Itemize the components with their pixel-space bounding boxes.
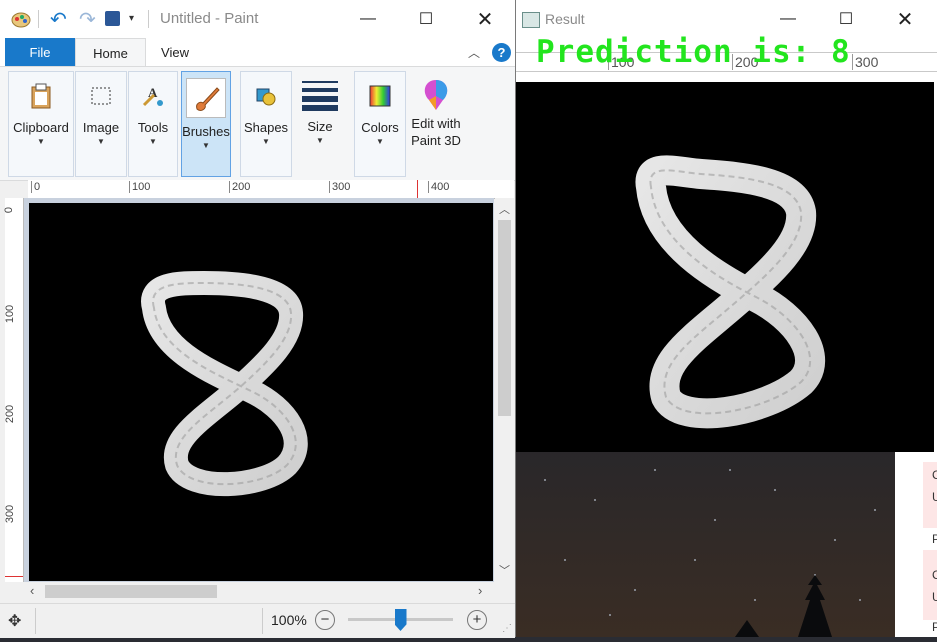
close-button[interactable]: ✕ [456, 0, 514, 38]
strip-text: U [932, 590, 937, 604]
vertical-ruler: 0 100 200 300 [3, 198, 24, 582]
ribbon-group-image: Image ▼ [75, 71, 127, 177]
ribbon-group-clipboard: Clipboard ▼ [8, 71, 74, 177]
drawing-canvas[interactable] [29, 203, 493, 581]
tab-home[interactable]: Home [75, 38, 146, 67]
clipboard-icon [23, 78, 59, 114]
shapes-button[interactable]: Shapes ▼ [236, 78, 296, 146]
status-bar: ✥ 100% − + ⋰ [0, 603, 515, 638]
ruler-label: 300 [4, 504, 17, 524]
horizontal-scrollbar[interactable]: ‹ › [28, 582, 495, 601]
colors-icon [362, 78, 398, 114]
horizontal-ruler: 0 100 200 300 400 [28, 180, 514, 199]
scroll-right-icon[interactable]: › [478, 583, 482, 598]
tab-file[interactable]: File [5, 38, 75, 66]
zoom-in-button[interactable]: + [467, 610, 487, 630]
help-icon[interactable]: ? [492, 43, 511, 62]
strip-text: P [932, 620, 937, 634]
ruler-label: 200 [229, 181, 250, 193]
ruler-label: 100 [4, 304, 17, 324]
zoom-out-button[interactable]: − [315, 610, 335, 630]
scroll-up-icon[interactable]: ︿ [499, 201, 510, 217]
brush-icon [186, 78, 226, 118]
tools-label: Tools [137, 120, 169, 135]
ruler-cursor-marker [417, 180, 418, 198]
strip-text: P [932, 532, 937, 546]
ribbon-tabs: File Home View ︿ ? [0, 38, 515, 67]
clipboard-button[interactable]: Clipboard ▼ [11, 78, 71, 146]
vertical-scrollbar[interactable]: ︿ ﹀ [495, 198, 514, 582]
shapes-icon [248, 78, 284, 114]
ribbon: Clipboard ▼ Image ▼ A Tools ▼ Brushes ▼ S [0, 66, 515, 181]
strip-text: U [932, 490, 937, 504]
paint-titlebar[interactable]: ↶ ↷ ▾ Untitled - Paint — ☐ ✕ [0, 0, 515, 38]
paint3d-label: Paint 3D [411, 133, 461, 148]
background-panel: C U P C U P [895, 450, 937, 637]
shapes-label: Shapes [243, 120, 289, 135]
ruler-label: 400 [428, 181, 449, 193]
redo-icon[interactable]: ↷ [79, 7, 96, 32]
clipboard-label: Clipboard [13, 120, 69, 135]
ruler-label: 100 [129, 181, 150, 193]
colors-label: Colors [361, 120, 399, 135]
scroll-down-icon[interactable]: ﹀ [499, 562, 510, 578]
paint-window[interactable]: ↶ ↷ ▾ Untitled - Paint — ☐ ✕ File Home V… [0, 0, 516, 638]
digit-eight-large [635, 155, 826, 429]
paint-app-icon [10, 9, 32, 29]
minimize-button[interactable]: — [759, 0, 817, 38]
size-label: Size [307, 119, 333, 134]
paint3d-icon [418, 77, 454, 113]
result-image [516, 82, 934, 452]
paint-title: Untitled - Paint [160, 10, 259, 27]
close-button[interactable]: ✕ [876, 0, 934, 38]
ruler-label: 300 [329, 181, 350, 193]
minimize-button[interactable]: — [339, 0, 397, 38]
zoom-level: 100% [271, 612, 307, 628]
brushes-button[interactable]: Brushes ▼ [176, 78, 236, 150]
ruler-cursor-marker [5, 576, 23, 577]
edit-with-label: Edit with [411, 116, 461, 131]
scroll-left-icon[interactable]: ‹ [30, 583, 34, 598]
save-icon[interactable] [105, 11, 120, 26]
digit-eight-drawing [141, 271, 308, 497]
tools-icon: A [135, 78, 171, 114]
canvas-workspace [24, 198, 494, 582]
size-button[interactable]: Size ▼ [290, 77, 350, 145]
vertical-scroll-thumb[interactable] [498, 220, 511, 416]
ruler-label: 0 [3, 206, 16, 214]
image-label: Image [82, 120, 120, 135]
resize-grip-icon[interactable]: ⋰ [502, 623, 512, 634]
ruler-label: 200 [4, 404, 17, 424]
colors-button[interactable]: Colors ▼ [350, 78, 410, 146]
result-title: Result [545, 11, 585, 27]
strip-text: C [932, 468, 937, 482]
maximize-button[interactable]: ☐ [817, 0, 875, 38]
tools-button[interactable]: A Tools ▼ [123, 78, 183, 146]
zoom-slider-thumb[interactable] [394, 609, 407, 631]
image-button[interactable]: Image ▼ [71, 78, 131, 146]
horizontal-scroll-thumb[interactable] [45, 585, 217, 598]
brushes-label: Brushes [182, 124, 230, 139]
undo-icon[interactable]: ↶ [50, 7, 67, 32]
move-cursor-icon: ✥ [8, 613, 22, 630]
size-icon [302, 77, 338, 113]
quick-access-dropdown-icon[interactable]: ▾ [129, 13, 134, 24]
ruler-label: 300 [852, 54, 878, 70]
ruler-label: 0 [31, 181, 40, 193]
edit-with-paint3d-button[interactable]: Edit with Paint 3D [405, 77, 467, 149]
maximize-button[interactable]: ☐ [397, 0, 455, 38]
ribbon-group-shapes: Shapes ▼ [240, 71, 292, 177]
tab-view[interactable]: View [145, 38, 205, 66]
prediction-text: Prediction is: 8 [536, 34, 851, 70]
ribbon-group-tools: A Tools ▼ [128, 71, 178, 177]
strip-text: C [932, 568, 937, 582]
result-window[interactable]: Result — ☐ ✕ 100 200 300 Prediction is: … [515, 0, 937, 452]
select-icon [83, 78, 119, 114]
result-app-icon [522, 12, 540, 28]
ribbon-group-colors: Colors ▼ [354, 71, 406, 177]
collapse-ribbon-icon[interactable]: ︿ [468, 44, 480, 61]
ribbon-group-brushes: Brushes ▼ [181, 71, 231, 177]
